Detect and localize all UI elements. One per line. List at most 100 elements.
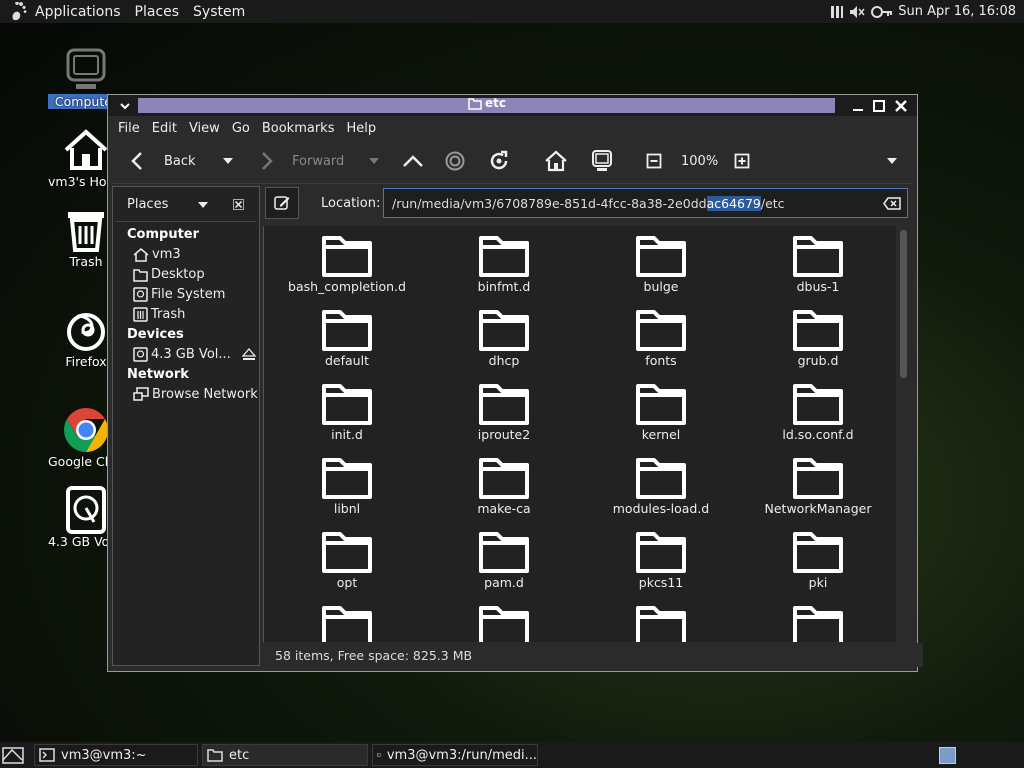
menu-view[interactable]: View	[183, 121, 226, 136]
file-manager-window: etc File Edit View Go Bookmarks Help Bac…	[107, 94, 923, 672]
sidebar-item-browse-network[interactable]: Browse Network	[133, 387, 258, 402]
menu-help[interactable]: Help	[340, 121, 382, 136]
file-item[interactable]: opt	[272, 528, 422, 590]
file-name: pki	[808, 575, 828, 590]
eject-icon[interactable]	[241, 348, 256, 361]
zoom-in-button[interactable]	[734, 143, 750, 179]
zoom-out-button[interactable]	[646, 143, 662, 179]
sidebar-item-desktop[interactable]: Desktop	[133, 267, 205, 282]
file-icon-view[interactable]: bash_completion.d binfmt.d bulge dbus-1 defa…	[263, 226, 896, 642]
folder-icon	[479, 384, 529, 425]
menu-edit[interactable]: Edit	[146, 121, 183, 136]
sidebar-item-label: Desktop	[151, 267, 205, 282]
key-icon[interactable]	[870, 3, 894, 21]
gnome-foot-icon[interactable]	[8, 1, 28, 22]
folder-icon	[479, 532, 529, 573]
folder-icon	[479, 310, 529, 351]
menu-bookmarks[interactable]: Bookmarks	[256, 121, 341, 136]
file-name: pkcs11	[638, 575, 684, 590]
show-desktop-icon[interactable]	[2, 746, 24, 764]
file-item[interactable]	[272, 602, 422, 642]
window-menu-button[interactable]	[116, 97, 133, 114]
menubar: File Edit View Go Bookmarks Help	[112, 117, 382, 139]
menu-applications[interactable]: Applications	[28, 4, 128, 20]
zoom-label: 100%	[681, 153, 719, 169]
sidebar-item-label: File System	[151, 287, 226, 302]
file-item[interactable]: libnl	[272, 454, 422, 516]
clock[interactable]: Sun Apr 16, 16:08	[898, 4, 1020, 19]
side-pane-selector[interactable]: Places	[127, 197, 168, 212]
back-history-dropdown[interactable]	[222, 143, 234, 179]
file-item[interactable]	[429, 602, 579, 642]
file-item[interactable]	[743, 602, 893, 642]
menu-system[interactable]: System	[186, 4, 252, 20]
clear-text-icon[interactable]	[883, 197, 901, 210]
zoom-level[interactable]: 100%	[681, 143, 718, 179]
location-input[interactable]: /run/media/vm3/6708789e-851d-4fcc-8a38-2…	[383, 188, 908, 218]
file-item[interactable]: ld.so.conf.d	[743, 380, 893, 442]
file-item[interactable]: pki	[743, 528, 893, 590]
computer-button[interactable]	[591, 143, 613, 179]
file-item[interactable]: fonts	[586, 306, 736, 368]
folder-icon	[636, 606, 686, 642]
system-tray: Sun Apr 16, 16:08	[830, 0, 1024, 23]
forward-button[interactable]: Forward	[260, 143, 344, 179]
workspace-switcher[interactable]	[939, 747, 956, 764]
toolbar-overflow-button[interactable]	[886, 143, 898, 179]
file-item[interactable]: bash_completion.d	[272, 232, 422, 294]
taskbar-item-terminal-media[interactable]: vm3@vm3:/run/medi...	[372, 744, 538, 766]
folder-icon	[479, 236, 529, 277]
sidebar-item-volume[interactable]: 4.3 GB Vol...	[133, 347, 256, 362]
file-item[interactable]	[586, 602, 736, 642]
file-item[interactable]: dhcp	[429, 306, 579, 368]
file-item[interactable]: make-ca	[429, 454, 579, 516]
home-button[interactable]	[544, 143, 568, 179]
stop-button[interactable]	[445, 143, 465, 179]
sidebar-item-file-system[interactable]: File System	[133, 287, 225, 302]
file-item[interactable]: grub.d	[743, 306, 893, 368]
sidebar-item-vm3[interactable]: vm3	[133, 247, 181, 262]
back-button[interactable]: Back	[130, 143, 196, 179]
taskbar-item-terminal-home[interactable]: vm3@vm3:~	[34, 744, 198, 766]
location-bar: Location: /run/media/vm3/6708789e-851d-4…	[263, 186, 911, 224]
file-item[interactable]: dbus-1	[743, 232, 893, 294]
folder-icon	[636, 236, 686, 277]
network-icon[interactable]	[830, 3, 844, 21]
file-item[interactable]: init.d	[272, 380, 422, 442]
file-item[interactable]: NetworkManager	[743, 454, 893, 516]
folder-icon	[133, 268, 148, 282]
file-item[interactable]: iproute2	[429, 380, 579, 442]
file-item[interactable]: binfmt.d	[429, 232, 579, 294]
maximize-button[interactable]	[870, 97, 887, 114]
file-item[interactable]: pkcs11	[586, 528, 736, 590]
file-item[interactable]: default	[272, 306, 422, 368]
menu-go[interactable]: Go	[226, 121, 256, 136]
file-name: NetworkManager	[764, 501, 872, 516]
menu-file[interactable]: File	[112, 121, 146, 136]
file-item[interactable]: bulge	[586, 232, 736, 294]
file-item[interactable]: modules-load.d	[586, 454, 736, 516]
file-item[interactable]: kernel	[586, 380, 736, 442]
file-item[interactable]: pam.d	[429, 528, 579, 590]
taskbar-label: etc	[229, 747, 250, 763]
minimize-button[interactable]	[849, 97, 866, 114]
trash-icon	[133, 307, 148, 322]
close-button[interactable]	[892, 97, 909, 114]
dropdown-arrow-icon[interactable]	[197, 201, 209, 209]
taskbar-item-etc[interactable]: etc	[202, 744, 368, 766]
vertical-scrollbar[interactable]	[898, 228, 910, 643]
titlebar[interactable]: etc	[108, 95, 917, 116]
reload-button[interactable]	[488, 143, 510, 179]
menu-places[interactable]: Places	[128, 4, 187, 20]
side-section-devices: Devices	[127, 327, 184, 342]
file-name: bash_completion.d	[288, 279, 406, 294]
toggle-location-button[interactable]	[265, 187, 299, 219]
folder-icon	[793, 384, 843, 425]
close-pane-icon[interactable]	[233, 199, 244, 210]
folder-icon	[322, 606, 372, 642]
forward-history-dropdown[interactable]	[368, 143, 380, 179]
volume-icon[interactable]	[848, 3, 866, 21]
up-button[interactable]	[402, 143, 424, 179]
sidebar-item-trash[interactable]: Trash	[133, 307, 185, 322]
scrollbar-thumb[interactable]	[900, 230, 907, 378]
